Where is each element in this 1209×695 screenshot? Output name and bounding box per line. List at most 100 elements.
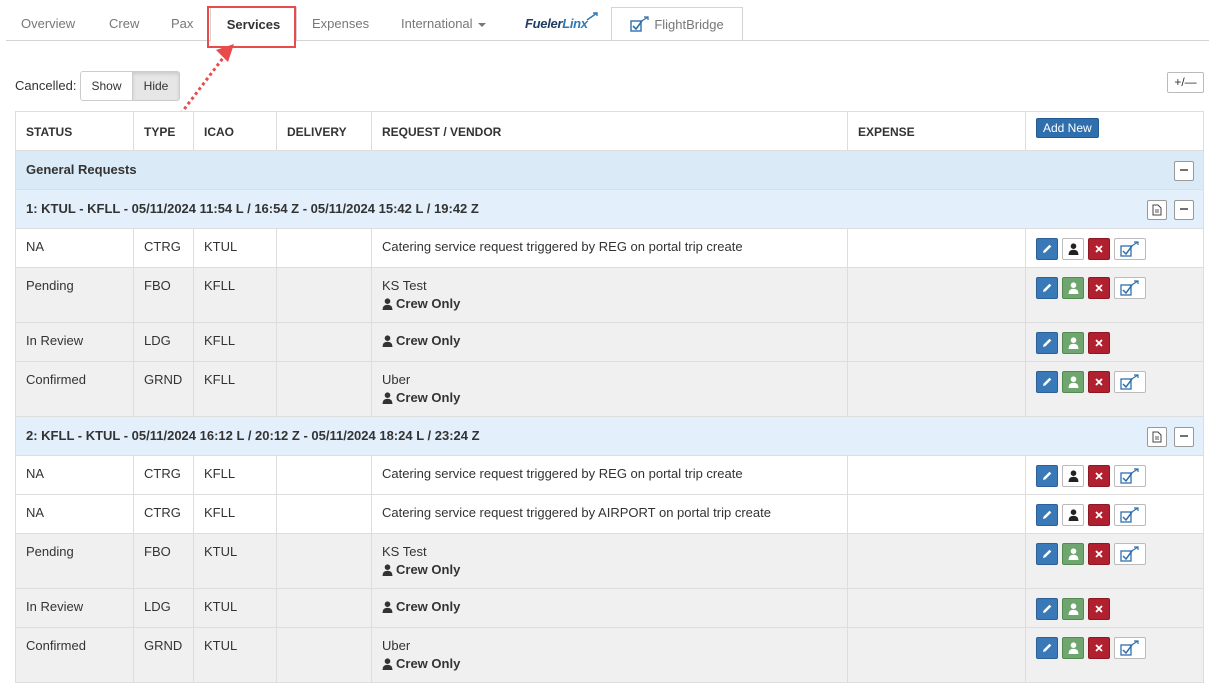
flightbridge-button[interactable] bbox=[1114, 371, 1146, 393]
leg-document-button[interactable] bbox=[1147, 427, 1167, 447]
delivery-cell bbox=[277, 456, 372, 494]
flightbridge-icon bbox=[1120, 374, 1139, 390]
status-cell: NA bbox=[16, 456, 134, 494]
tab-flightbridge[interactable]: FlightBridge bbox=[611, 7, 743, 41]
type-cell: FBO bbox=[134, 534, 194, 588]
icao-cell: KFLL bbox=[194, 268, 277, 322]
leg-header: 2: KFLL - KTUL - 05/11/2024 16:12 L / 20… bbox=[16, 417, 1203, 456]
delete-button[interactable] bbox=[1088, 238, 1110, 260]
actions-cell bbox=[1026, 456, 1205, 494]
table-row[interactable]: NA CTRG KTUL Catering service request trigg… bbox=[16, 229, 1203, 268]
plane-icon bbox=[586, 12, 598, 21]
type-cell: CTRG bbox=[134, 495, 194, 533]
expand-collapse-all-button[interactable]: +/— bbox=[1167, 72, 1204, 93]
request-vendor-cell: Catering service request triggered by RE… bbox=[372, 229, 848, 267]
flightbridge-button[interactable] bbox=[1114, 277, 1146, 299]
tab-international-label: International bbox=[401, 16, 473, 31]
column-header-delivery: DELIVERY bbox=[277, 112, 372, 150]
collapse-leg-button[interactable] bbox=[1174, 200, 1194, 220]
pencil-icon bbox=[1043, 604, 1052, 613]
delete-button[interactable] bbox=[1088, 504, 1110, 526]
edit-button[interactable] bbox=[1036, 465, 1058, 487]
table-row[interactable]: Confirmed GRND KTUL Uber Crew Only bbox=[16, 628, 1203, 683]
assign-person-button[interactable] bbox=[1062, 598, 1084, 620]
flightbridge-button[interactable] bbox=[1114, 637, 1146, 659]
tab-fuelerlinx[interactable]: FuelerLinx bbox=[525, 7, 598, 41]
table-row[interactable]: Pending FBO KTUL KS Test Crew Only bbox=[16, 534, 1203, 589]
assign-person-button[interactable] bbox=[1062, 504, 1084, 526]
icao-cell: KFLL bbox=[194, 495, 277, 533]
tab-pax[interactable]: Pax bbox=[171, 7, 193, 41]
crew-only-label: Crew Only bbox=[382, 296, 837, 311]
table-row[interactable]: Pending FBO KFLL KS Test Crew Only bbox=[16, 268, 1203, 323]
collapse-group-button[interactable] bbox=[1174, 161, 1194, 181]
person-icon bbox=[1068, 337, 1078, 349]
show-cancelled-button[interactable]: Show bbox=[80, 71, 133, 101]
flightbridge-icon bbox=[1120, 507, 1139, 523]
edit-button[interactable] bbox=[1036, 637, 1058, 659]
leg-document-button[interactable] bbox=[1147, 200, 1167, 220]
edit-button[interactable] bbox=[1036, 371, 1058, 393]
assign-person-button[interactable] bbox=[1062, 465, 1084, 487]
hide-cancelled-button[interactable]: Hide bbox=[133, 71, 180, 101]
flightbridge-button[interactable] bbox=[1114, 543, 1146, 565]
close-icon bbox=[1095, 284, 1103, 292]
person-icon bbox=[1068, 243, 1078, 255]
crew-only-label: Crew Only bbox=[382, 599, 837, 614]
edit-button[interactable] bbox=[1036, 238, 1058, 260]
tab-overview[interactable]: Overview bbox=[21, 7, 75, 41]
expense-cell bbox=[848, 628, 1026, 682]
icao-cell: KTUL bbox=[194, 534, 277, 588]
row-actions bbox=[1036, 504, 1146, 526]
delete-button[interactable] bbox=[1088, 465, 1110, 487]
type-cell: FBO bbox=[134, 268, 194, 322]
column-header-actions: Add New bbox=[1026, 112, 1205, 150]
tab-international[interactable]: International bbox=[401, 7, 486, 41]
flightbridge-button[interactable] bbox=[1114, 465, 1146, 487]
edit-button[interactable] bbox=[1036, 504, 1058, 526]
request-vendor-cell: Uber Crew Only bbox=[372, 362, 848, 416]
edit-button[interactable] bbox=[1036, 543, 1058, 565]
tab-crew[interactable]: Crew bbox=[109, 7, 139, 41]
person-icon bbox=[1068, 470, 1078, 482]
icao-cell: KTUL bbox=[194, 589, 277, 627]
pencil-icon bbox=[1043, 510, 1052, 519]
assign-person-button[interactable] bbox=[1062, 637, 1084, 659]
assign-person-button[interactable] bbox=[1062, 371, 1084, 393]
icao-cell: KFLL bbox=[194, 456, 277, 494]
edit-button[interactable] bbox=[1036, 277, 1058, 299]
flightbridge-button[interactable] bbox=[1114, 504, 1146, 526]
table-row[interactable]: In Review LDG KFLL Crew Only bbox=[16, 323, 1203, 362]
person-icon bbox=[1068, 376, 1078, 388]
delete-button[interactable] bbox=[1088, 598, 1110, 620]
add-new-button[interactable]: Add New bbox=[1036, 118, 1099, 138]
request-vendor-cell: KS Test Crew Only bbox=[372, 534, 848, 588]
type-cell: GRND bbox=[134, 628, 194, 682]
edit-button[interactable] bbox=[1036, 332, 1058, 354]
request-vendor-text: Catering service request triggered by AI… bbox=[382, 505, 771, 520]
expense-cell bbox=[848, 323, 1026, 361]
edit-button[interactable] bbox=[1036, 598, 1058, 620]
flightbridge-button[interactable] bbox=[1114, 238, 1146, 260]
assign-person-button[interactable] bbox=[1062, 277, 1084, 299]
tab-expenses[interactable]: Expenses bbox=[312, 7, 369, 41]
table-row[interactable]: Confirmed GRND KFLL Uber Crew Only bbox=[16, 362, 1203, 417]
flightbridge-icon bbox=[1120, 468, 1139, 484]
delete-button[interactable] bbox=[1088, 637, 1110, 659]
delete-button[interactable] bbox=[1088, 543, 1110, 565]
request-vendor-cell: Crew Only bbox=[372, 323, 848, 361]
request-vendor-cell: Catering service request triggered by RE… bbox=[372, 456, 848, 494]
delete-button[interactable] bbox=[1088, 277, 1110, 299]
assign-person-button[interactable] bbox=[1062, 238, 1084, 260]
assign-person-button[interactable] bbox=[1062, 332, 1084, 354]
table-row[interactable]: In Review LDG KTUL Crew Only bbox=[16, 589, 1203, 628]
assign-person-button[interactable] bbox=[1062, 543, 1084, 565]
collapse-leg-button[interactable] bbox=[1174, 427, 1194, 447]
delete-button[interactable] bbox=[1088, 371, 1110, 393]
type-cell: CTRG bbox=[134, 229, 194, 267]
table-row[interactable]: NA CTRG KFLL Catering service request trigg… bbox=[16, 495, 1203, 534]
delete-button[interactable] bbox=[1088, 332, 1110, 354]
table-row[interactable]: NA CTRG KFLL Catering service request trigg… bbox=[16, 456, 1203, 495]
tab-services[interactable]: Services bbox=[210, 7, 297, 42]
status-cell: Pending bbox=[16, 268, 134, 322]
